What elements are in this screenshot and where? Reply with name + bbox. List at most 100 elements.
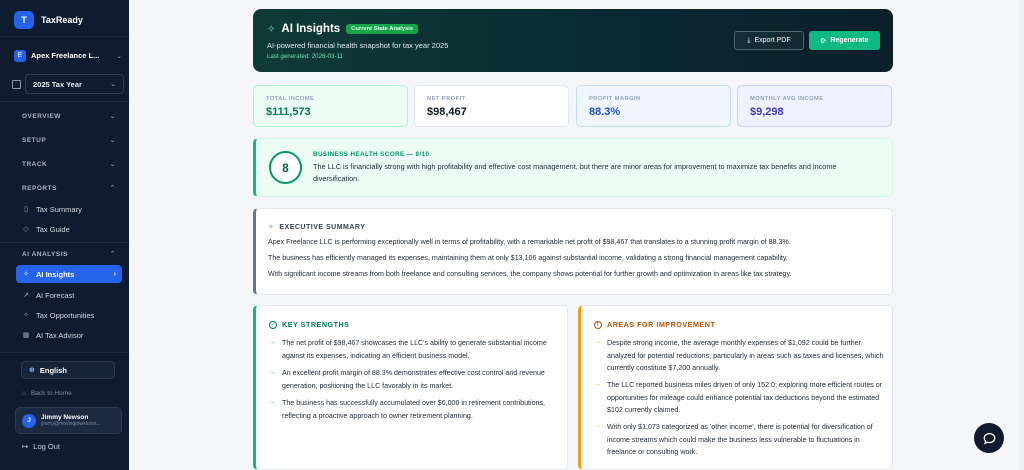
refresh-icon: ⟳ [820,37,827,45]
avatar: J [22,413,36,428]
tax-year-select[interactable]: 2025 Tax Year ⌄ [25,74,124,94]
section-label: AI ANALYSIS [22,250,68,258]
key-strengths-heading: ✓ KEY STRENGTHS [269,320,349,329]
home-icon: ⌂ [22,390,26,397]
entity-switcher[interactable]: E Apex Freelance L... ⌄ [14,46,122,65]
divider [0,36,129,37]
health-score-label: BUSINESS HEALTH SCORE — 8/10 [313,151,430,158]
user-name: Jimmy Newson [41,414,89,421]
list-item: → The net profit of $98,467 showcases th… [269,337,559,362]
summary-paragraph: The business has efficiently managed its… [268,254,788,262]
sidebar-item-tax-summary[interactable]: ▯ Tax Summary [22,202,120,216]
export-pdf-button[interactable]: ⤓ Export PDF [734,31,804,50]
user-card[interactable]: J Jimmy Newson jimmy@movingtowelcom... [15,407,122,434]
list-item-text: The business has successfully accumulate… [282,399,545,420]
arrow-right-icon: → [594,339,601,346]
chat-bubble-icon [983,432,995,444]
check-circle-icon: ✓ [269,320,277,329]
app-name: TaxReady [41,15,83,25]
sidebar-item-ai-tax-advisor[interactable]: ▦ AI Tax Advisor [22,328,120,342]
sparkle-icon: ✧ [268,224,275,231]
section-title: EXECUTIVE SUMMARY [279,223,366,231]
back-home-link[interactable]: ⌂ Back to Home [22,390,72,397]
sidebar: T TaxReady E Apex Freelance L... ⌄ 2025 … [0,0,129,470]
chevron-right-icon: › [113,270,116,278]
page-title: AI Insights [281,23,341,35]
language-label: English [39,365,67,375]
language-button[interactable]: ⊕ English [21,361,115,379]
stat-card-total-income: TOTAL INCOME $111,573 [253,85,408,127]
list-item: → Despite strong income, the average mon… [594,337,884,375]
stat-label: NET PROFIT [427,96,466,102]
list-item-text: Despite strong income, the average month… [607,339,884,372]
chevron-up-icon: ⌃ [109,251,116,258]
sparkle-icon: ✧ [267,23,276,35]
list-item: → The LLC reported business miles driven… [594,379,884,417]
summary-paragraph: With significant income streams from bot… [268,270,792,278]
stat-value: 88.3% [589,106,621,118]
section-setup[interactable]: SETUP ⌄ [22,136,116,145]
download-icon: ⤓ [747,36,751,44]
health-score: 8 [269,151,302,184]
arrow-right-icon: → [594,423,601,430]
scrollbar[interactable] [1019,0,1024,470]
sidebar-item-tax-guide[interactable]: ◇ Tax Guide [22,222,120,236]
sidebar-item-ai-insights[interactable]: ✧ AI Insights › [16,265,122,283]
chevron-down-icon: ⌄ [116,52,122,60]
arrow-right-icon: → [594,381,601,388]
divider [0,242,129,243]
status-badge: Current State Analysis [346,24,419,34]
chat-button[interactable] [974,423,1004,453]
stat-card-net-profit: NET PROFIT $98,467 [414,85,569,127]
section-title: KEY STRENGTHS [282,320,350,329]
section-reports[interactable]: REPORTS ⌃ [22,184,116,193]
book-icon: ▯ [24,206,28,213]
list-item-text: The net profit of $98,467 showcases the … [282,339,547,360]
stat-card-profit-margin: PROFIT MARGIN 88.3% [576,85,731,127]
calculator-icon: ▦ [22,332,30,339]
sparkle-icon: ✧ [23,312,29,319]
sidebar-item-label: AI Forecast [36,290,75,300]
section-overview[interactable]: OVERVIEW ⌄ [22,112,116,121]
sidebar-item-label: Tax Guide [36,224,70,234]
health-description: The LLC is financially strong with high … [313,162,837,183]
hero-subtitle: AI-powered financial health snapshot for… [267,41,449,50]
hero-title-row: ✧ AI Insights Current State Analysis [267,23,419,35]
sidebar-item-tax-opportunities[interactable]: ✧ Tax Opportunities [22,308,120,322]
regenerate-button[interactable]: ⟳ Regenerate [809,31,880,50]
list-item: → The business has successfully accumula… [269,397,559,422]
user-email: jimmy@movingtowelcom... [41,421,101,427]
chevron-down-icon: ⌄ [109,137,116,144]
list-item: → With only $1,073 categorized as 'other… [594,421,884,459]
alert-circle-icon: ! [594,320,602,329]
sidebar-item-ai-forecast[interactable]: ↗ AI Forecast [22,288,120,302]
sidebar-item-label: AI Insights [36,269,75,279]
tax-year-value: 2025 Tax Year [33,79,82,89]
improvement-heading: ! AREAS FOR IMPROVEMENT [594,320,715,329]
trend-icon: ↗ [23,292,29,299]
key-strengths-card: ✓ KEY STRENGTHS → The net profit of $98,… [253,305,568,470]
summary-paragraph: Apex Freelance LLC is performing excepti… [268,238,791,246]
logout-label: Log Out [33,442,60,451]
back-home-label: Back to Home [30,390,72,397]
chevron-down-icon: ⌄ [109,113,116,120]
export-label: Export PDF [754,37,791,44]
main-content: ✧ AI Insights Current State Analysis AI-… [129,0,1019,470]
section-label: SETUP [22,136,47,144]
sidebar-item-label: AI Tax Advisor [36,330,84,340]
regenerate-label: Regenerate [830,37,869,44]
sidebar-item-label: Tax Summary [36,204,82,214]
list-item-text: An excellent profit margin of 88.3% demo… [282,369,545,390]
arrow-right-icon: → [269,339,276,346]
tax-year-row: 2025 Tax Year ⌄ [12,74,124,94]
section-ai-analysis[interactable]: AI ANALYSIS ⌃ [22,250,116,259]
logout-button[interactable]: ↦ Log Out [22,442,60,451]
stat-label: TOTAL INCOME [266,96,315,102]
section-track[interactable]: TRACK ⌄ [22,160,116,169]
executive-summary-card: ✧ EXECUTIVE SUMMARY Apex Freelance LLC i… [253,208,893,295]
stat-label: MONTHLY AVG INCOME [750,96,824,102]
list-item-text: The LLC reported business miles driven o… [607,381,883,414]
stat-value: $9,298 [750,106,784,118]
executive-summary-heading: ✧ EXECUTIVE SUMMARY [268,223,366,232]
app-logo[interactable]: T TaxReady [14,11,83,29]
